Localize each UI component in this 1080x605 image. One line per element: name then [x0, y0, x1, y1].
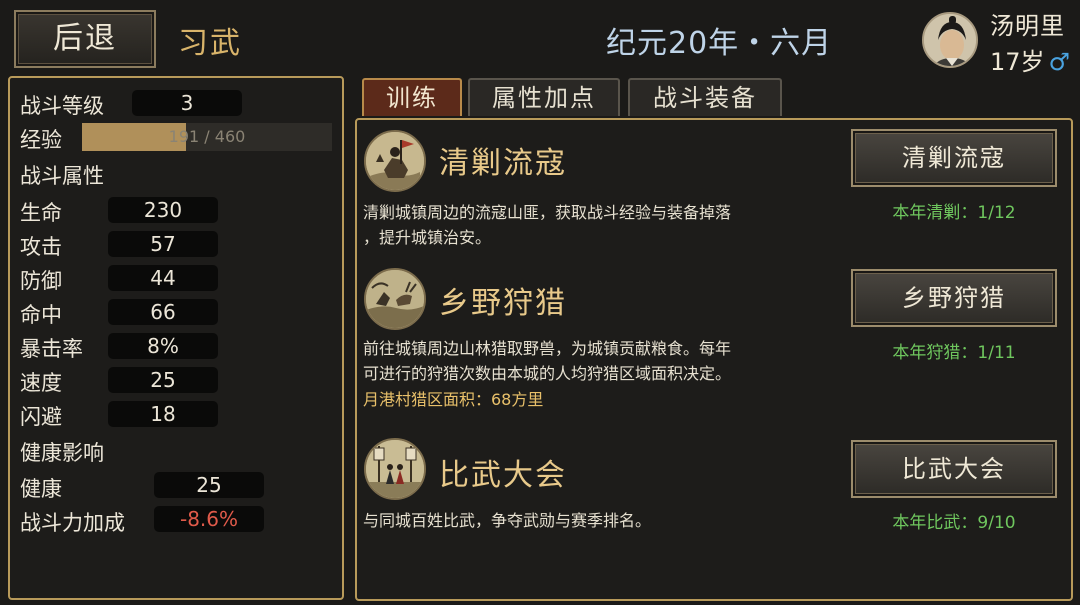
- attr-speed-value: 25: [108, 367, 218, 393]
- hunting-count: 本年狩猎：1/11: [892, 343, 1016, 363]
- attr-hp-label: 生命: [20, 201, 62, 225]
- tournament-button[interactable]: 比武大会: [851, 440, 1057, 498]
- character-age: 17岁 ♂: [990, 42, 1070, 77]
- activity-description: 前往城镇周边山林猎取野兽，为城镇贡献粮食。每年 可进行的狩猎次数由本城的人均狩猎…: [363, 336, 833, 386]
- attr-defense-value: 44: [108, 265, 218, 291]
- attr-crit-label: 暴击率: [20, 337, 83, 361]
- activity-description-line: 清剿城镇周边的流寇山匪，获取战斗经验与装备掉落: [363, 203, 732, 222]
- activity-title: 比武大会: [439, 458, 567, 493]
- attr-attack-label: 攻击: [20, 235, 62, 259]
- character-avatar[interactable]: [922, 12, 978, 68]
- activity-description: 清剿城镇周边的流寇山匪，获取战斗经验与装备掉落 ，提升城镇治安。: [363, 200, 833, 250]
- bandit-raid-icon: [364, 130, 426, 192]
- activity-description-line: 可进行的狩猎次数由本城的人均狩猎区域面积决定。: [363, 364, 732, 383]
- activity-description-line: 与同城百姓比武，争夺武勋与赛季排名。: [363, 511, 652, 530]
- tournament-count: 本年比武：9/10: [892, 513, 1016, 533]
- tab-training[interactable]: 训练: [362, 78, 462, 116]
- bandit-raid-button[interactable]: 清剿流寇: [851, 129, 1057, 187]
- character-name: 汤明里: [990, 12, 1065, 40]
- tab-attribute-points[interactable]: 属性加点: [468, 78, 620, 116]
- hunting-area-info: 月港村猎区面积：68方里: [363, 390, 544, 409]
- health-value: 25: [154, 472, 264, 498]
- hunting-icon: [364, 268, 426, 330]
- activity-description: 与同城百姓比武，争夺武勋与赛季排名。: [363, 508, 833, 533]
- page-title: 习武: [178, 26, 242, 61]
- activity-title: 乡野狩猎: [439, 286, 567, 321]
- attr-speed-label: 速度: [20, 371, 62, 395]
- attr-defense-label: 防御: [20, 269, 62, 293]
- attr-dodge-value: 18: [108, 401, 218, 427]
- combat-bonus-value: -8.6%: [154, 506, 264, 532]
- tab-combat-equipment[interactable]: 战斗装备: [628, 78, 782, 116]
- exp-label: 经验: [20, 128, 62, 152]
- male-gender-icon: ♂: [1048, 48, 1071, 76]
- training-activities-panel: 清剿流寇 清剿城镇周边的流寇山匪，获取战斗经验与装备掉落 ，提升城镇治安。 清剿…: [355, 118, 1073, 601]
- combat-attributes-heading: 战斗属性: [20, 164, 104, 188]
- attr-crit-value: 8%: [108, 333, 218, 359]
- exp-text: 191 / 460: [168, 127, 246, 146]
- attr-accuracy-value: 66: [108, 299, 218, 325]
- activity-description-line: 前往城镇周边山林猎取野兽，为城镇贡献粮食。每年: [363, 339, 732, 358]
- hunting-button[interactable]: 乡野狩猎: [851, 269, 1057, 327]
- attr-dodge-label: 闪避: [20, 405, 62, 429]
- attr-accuracy-label: 命中: [20, 303, 62, 327]
- age-text: 17岁: [990, 48, 1045, 76]
- health-effect-heading: 健康影响: [20, 441, 104, 465]
- back-button[interactable]: 后退: [14, 10, 156, 68]
- combat-stats-panel: 战斗等级 3 经验 191 / 460 战斗属性 生命 230 攻击 57 防御…: [8, 76, 344, 600]
- combat-bonus-label: 战斗力加成: [20, 511, 125, 535]
- tournament-icon: [364, 438, 426, 500]
- bandit-raid-count: 本年清剿：1/12: [892, 203, 1016, 223]
- activity-description-line: ，提升城镇治安。: [363, 228, 492, 247]
- combat-level-value: 3: [132, 90, 242, 116]
- game-date: 纪元20年・六月: [606, 26, 833, 61]
- activity-title: 清剿流寇: [439, 146, 567, 181]
- health-label: 健康: [20, 477, 62, 501]
- attr-hp-value: 230: [108, 197, 218, 223]
- attr-attack-value: 57: [108, 231, 218, 257]
- exp-bar: 191 / 460: [82, 123, 332, 151]
- combat-level-label: 战斗等级: [20, 94, 104, 118]
